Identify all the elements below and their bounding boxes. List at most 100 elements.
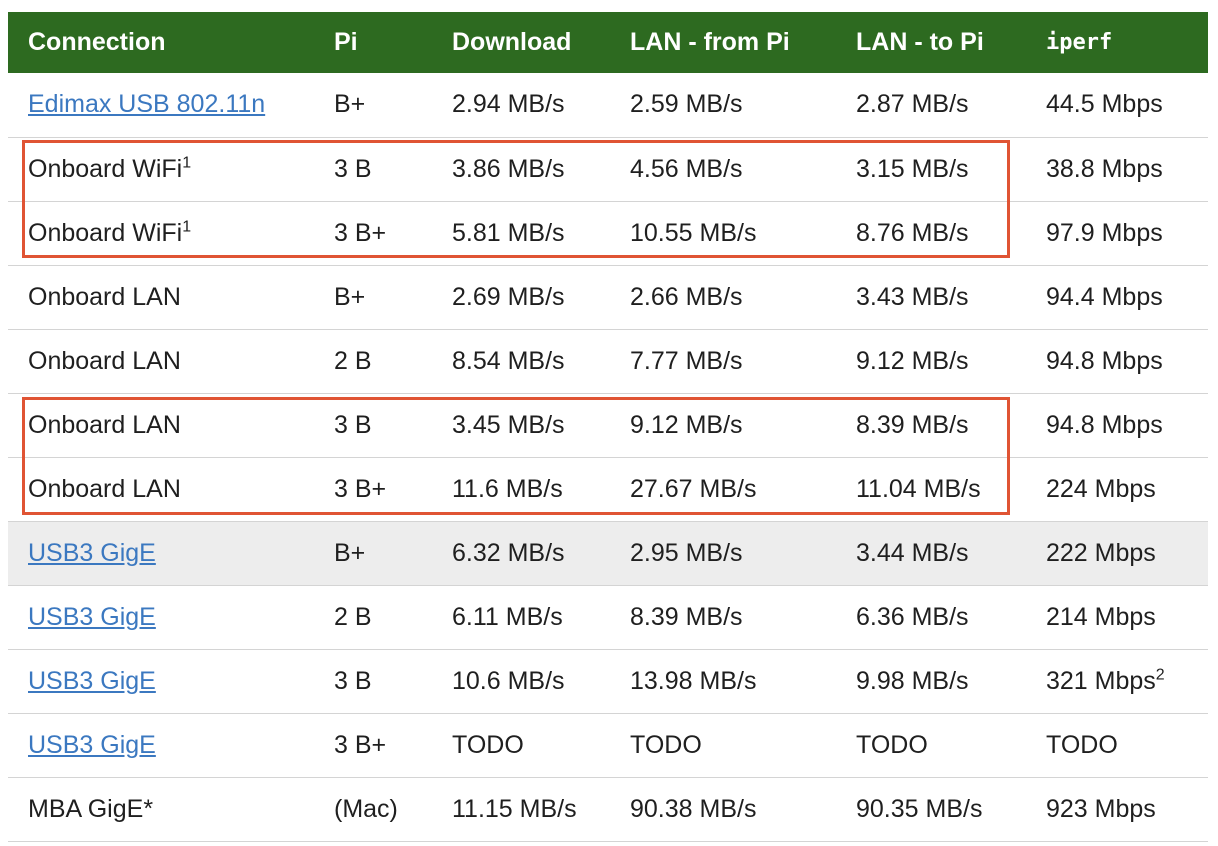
table-row: Onboard LAN 3 B+ 11.6 MB/s 27.67 MB/s 11… <box>8 457 1208 521</box>
cell-lan-from-pi: TODO <box>630 730 702 759</box>
cell-lan-from-pi: 9.12 MB/s <box>630 410 743 439</box>
cell-download: 8.54 MB/s <box>452 346 565 375</box>
cell-download: 2.69 MB/s <box>452 282 565 311</box>
connection-text: Onboard WiFi <box>28 218 183 247</box>
table-row: USB3 GigE 3 B+ TODO TODO TODO TODO <box>8 713 1208 777</box>
cell-connection: Onboard WiFi1 <box>8 137 314 201</box>
table-row: Onboard LAN 2 B 8.54 MB/s 7.77 MB/s 9.12… <box>8 329 1208 393</box>
cell-pi: B+ <box>334 282 366 311</box>
cell-lan-to-pi: 90.35 MB/s <box>856 794 983 823</box>
cell-pi: 3 B+ <box>334 730 387 759</box>
cell-iperf: 214 Mbps <box>1046 602 1156 631</box>
cell-lan-to-pi: 11.04 MB/s <box>856 474 981 503</box>
connection-link[interactable]: USB3 GigE <box>28 603 156 631</box>
footnote-marker: 1 <box>182 218 192 236</box>
footnote-marker: 1 <box>182 154 192 172</box>
cell-download: 6.11 MB/s <box>452 602 563 631</box>
cell-iperf: 94.8 Mbps <box>1046 410 1163 439</box>
cell-download: 3.86 MB/s <box>452 154 565 183</box>
cell-pi: 3 B <box>334 154 372 183</box>
header-lan-from-pi: LAN - from Pi <box>630 28 790 56</box>
table-row: USB3 GigE 3 B 10.6 MB/s 13.98 MB/s 9.98 … <box>8 649 1208 713</box>
table-row: Onboard LAN B+ 2.69 MB/s 2.66 MB/s 3.43 … <box>8 265 1208 329</box>
cell-pi: 3 B <box>334 410 372 439</box>
cell-lan-to-pi: 3.43 MB/s <box>856 282 969 311</box>
cell-connection: USB3 GigE <box>8 521 314 585</box>
cell-iperf: TODO <box>1046 730 1118 759</box>
cell-lan-to-pi: 8.76 MB/s <box>856 218 969 247</box>
cell-download: TODO <box>452 730 524 759</box>
cell-lan-to-pi: 3.15 MB/s <box>856 154 969 183</box>
header-lan-to-pi: LAN - to Pi <box>856 28 984 56</box>
header-connection: Connection <box>28 28 166 56</box>
cell-download: 11.6 MB/s <box>452 474 563 503</box>
cell-connection: USB3 GigE <box>8 713 314 777</box>
cell-pi: 2 B <box>334 602 372 631</box>
cell-iperf: 94.4 Mbps <box>1046 282 1163 311</box>
cell-pi: B+ <box>334 90 366 119</box>
cell-iperf: 97.9 Mbps <box>1046 218 1163 247</box>
cell-lan-from-pi: 2.95 MB/s <box>630 538 743 567</box>
cell-lan-from-pi: 90.38 MB/s <box>630 794 757 823</box>
table-header-row: Connection Pi Download LAN - from Pi LAN… <box>8 12 1208 73</box>
cell-pi: 3 B+ <box>334 218 387 247</box>
cell-iperf: 923 Mbps <box>1046 794 1156 823</box>
cell-connection: MBA GigE* <box>28 794 154 823</box>
cell-download: 3.45 MB/s <box>452 410 565 439</box>
benchmark-table: Connection Pi Download LAN - from Pi LAN… <box>8 12 1208 842</box>
table-row: USB3 GigE B+ 6.32 MB/s 2.95 MB/s 3.44 MB… <box>8 521 1208 585</box>
connection-link[interactable]: USB3 GigE <box>28 539 156 567</box>
cell-lan-to-pi: 3.44 MB/s <box>856 538 969 567</box>
cell-iperf: 38.8 Mbps <box>1046 154 1163 183</box>
cell-download: 6.32 MB/s <box>452 538 565 567</box>
cell-lan-from-pi: 10.55 MB/s <box>630 218 757 247</box>
cell-connection: USB3 GigE <box>8 649 314 713</box>
header-download: Download <box>452 28 572 56</box>
table-row: MBA GigE* (Mac) 11.15 MB/s 90.38 MB/s 90… <box>8 777 1208 841</box>
cell-pi: (Mac) <box>334 794 398 823</box>
cell-lan-from-pi: 7.77 MB/s <box>630 346 743 375</box>
cell-iperf: 222 Mbps <box>1046 538 1156 567</box>
cell-pi: 3 B <box>334 666 372 695</box>
cell-lan-from-pi: 27.67 MB/s <box>630 474 757 503</box>
cell-download: 10.6 MB/s <box>452 666 565 695</box>
cell-connection: Onboard LAN <box>28 346 181 375</box>
header-pi: Pi <box>334 28 358 56</box>
cell-pi: B+ <box>334 538 366 567</box>
header-iperf: iperf <box>1046 30 1113 55</box>
connection-link[interactable]: Edimax USB 802.11n <box>28 90 265 118</box>
connection-link[interactable]: USB3 GigE <box>28 731 156 759</box>
table-row: Onboard WiFi1 3 B 3.86 MB/s 4.56 MB/s 3.… <box>8 137 1208 201</box>
cell-lan-from-pi: 13.98 MB/s <box>630 666 757 695</box>
footnote-marker: 2 <box>1155 666 1165 684</box>
cell-iperf: 94.8 Mbps <box>1046 346 1163 375</box>
cell-connection: USB3 GigE <box>8 585 314 649</box>
cell-connection: Onboard LAN <box>28 282 181 311</box>
cell-download: 11.15 MB/s <box>452 794 577 823</box>
table-row: USB3 GigE 2 B 6.11 MB/s 8.39 MB/s 6.36 M… <box>8 585 1208 649</box>
connection-link[interactable]: USB3 GigE <box>28 667 156 695</box>
cell-lan-from-pi: 2.59 MB/s <box>630 90 743 119</box>
cell-iperf: 44.5 Mbps <box>1046 90 1163 119</box>
cell-lan-from-pi: 8.39 MB/s <box>630 602 743 631</box>
cell-lan-to-pi: TODO <box>856 730 928 759</box>
page: Connection Pi Download LAN - from Pi LAN… <box>0 0 1218 846</box>
cell-iperf: 321 Mbps2 <box>1026 649 1208 713</box>
cell-lan-to-pi: 9.12 MB/s <box>856 346 969 375</box>
cell-connection: Edimax USB 802.11n <box>8 73 314 137</box>
cell-download: 2.94 MB/s <box>452 90 565 119</box>
connection-text: Onboard WiFi <box>28 154 183 183</box>
cell-iperf: 224 Mbps <box>1046 474 1156 503</box>
table-row: Onboard WiFi1 3 B+ 5.81 MB/s 10.55 MB/s … <box>8 201 1208 265</box>
cell-pi: 3 B+ <box>334 474 387 503</box>
table-row: Onboard LAN 3 B 3.45 MB/s 9.12 MB/s 8.39… <box>8 393 1208 457</box>
cell-lan-from-pi: 2.66 MB/s <box>630 282 743 311</box>
cell-download: 5.81 MB/s <box>452 218 565 247</box>
iperf-text: 321 Mbps <box>1046 666 1156 695</box>
cell-connection: Onboard LAN <box>28 474 181 503</box>
cell-pi: 2 B <box>334 346 372 375</box>
cell-lan-to-pi: 8.39 MB/s <box>856 410 969 439</box>
table-row: Edimax USB 802.11n B+ 2.94 MB/s 2.59 MB/… <box>8 73 1208 137</box>
cell-connection: Onboard WiFi1 <box>8 201 314 265</box>
cell-lan-to-pi: 6.36 MB/s <box>856 602 969 631</box>
